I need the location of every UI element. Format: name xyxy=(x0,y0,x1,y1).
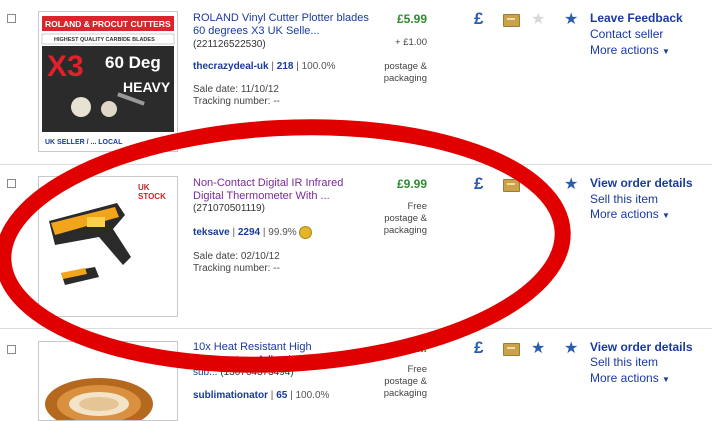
item-thumbnail[interactable]: UK STOCK xyxy=(38,176,178,317)
item-price: £1... xyxy=(403,341,427,355)
caret-down-icon: ▼ xyxy=(662,47,670,56)
seller-name-link[interactable]: sublimationator xyxy=(193,390,268,401)
payment-pound-icon[interactable]: £ xyxy=(474,338,483,358)
more-actions-dropdown[interactable]: More actions ▼ xyxy=(590,207,670,221)
item-price: £5.99 xyxy=(396,12,427,26)
tracking-number: Tracking number: -- xyxy=(193,263,280,274)
item-title-line: 10x Heat Resistant High xyxy=(193,341,312,353)
row-checkbox[interactable] xyxy=(7,345,16,354)
seller-feedback-percent: 100.0% xyxy=(301,61,336,72)
item-thumbnail[interactable]: ROLAND & PROCUT CUTTERS HIGHEST QUALITY … xyxy=(38,11,178,152)
seller-feedback-score[interactable]: 65 xyxy=(276,390,287,401)
postage-label-2: packaging xyxy=(383,388,427,399)
contact-seller-link[interactable]: Contact seller xyxy=(590,27,663,41)
image-banner-text: ROLAND & PROCUT CUTTERS xyxy=(45,19,171,29)
item-title-link[interactable]: ROLAND Vinyl Cutter Plotter blades 60 de… xyxy=(193,12,373,38)
caret-down-icon: ▼ xyxy=(662,375,670,384)
postage-label: postage & xyxy=(384,61,427,72)
seller-feedback-percent: 99.9% xyxy=(268,227,297,239)
seller-info: sublimationator | 65 | 100.0% xyxy=(193,390,330,401)
top-rated-seller-icon xyxy=(299,226,313,239)
row-checkbox[interactable] xyxy=(7,179,16,188)
seller-name-link[interactable]: teksave xyxy=(193,227,230,238)
feedback-left-star-icon[interactable]: ★ xyxy=(564,338,578,358)
order-row: ROLAND & PROCUT CUTTERS HIGHEST QUALITY … xyxy=(0,0,712,163)
item-title-link[interactable]: 10x Heat Resistant High Temperature Adhe… xyxy=(193,341,373,367)
feedback-left-star-icon[interactable]: ★ xyxy=(564,9,578,29)
item-number: (221126522530) xyxy=(193,39,266,50)
postage-label-2: packaging xyxy=(383,225,427,236)
image-footer-text: UK SELLER / ... LOCAL xyxy=(45,139,123,146)
payment-pound-icon[interactable]: £ xyxy=(474,9,483,29)
feedback-left-star-icon[interactable]: ★ xyxy=(564,174,578,194)
image-x3-text: X3 xyxy=(47,50,84,83)
more-actions-dropdown[interactable]: More actions ▼ xyxy=(590,43,670,57)
seller-name-link[interactable]: thecrazydeal-uk xyxy=(193,61,269,72)
order-row: UK STOCK Non-Contact Digital IR Infrared… xyxy=(0,165,712,325)
tracking-number: Tracking number: -- xyxy=(193,96,280,107)
item-number-line: sub... (130764373494) xyxy=(193,367,294,378)
payment-pound-icon[interactable]: £ xyxy=(474,174,483,194)
item-title-link[interactable]: Non-Contact Digital IR Infrared Digital … xyxy=(193,177,373,203)
postage-cost: + £1.00 xyxy=(395,37,427,48)
more-actions-label: More actions xyxy=(590,371,659,385)
caret-down-icon: ▼ xyxy=(662,211,670,220)
feedback-star-icon[interactable]: ★ xyxy=(531,338,545,358)
feedback-star-icon[interactable]: ★ xyxy=(531,174,545,194)
postage-label: postage & xyxy=(384,376,427,387)
sell-this-item-link[interactable]: Sell this item xyxy=(590,192,658,206)
item-number: (130764373494) xyxy=(220,367,294,378)
order-row: 10x Heat Resistant High Temperature Adhe… xyxy=(0,329,712,421)
image-sub-text: HIGHEST QUALITY CARBIDE BLADES xyxy=(54,37,155,43)
row-checkbox[interactable] xyxy=(7,14,16,23)
image-deg-text: 60 Deg xyxy=(105,53,161,72)
sell-this-item-link[interactable]: Sell this item xyxy=(590,355,658,369)
leave-feedback-link[interactable]: Leave Feedback xyxy=(590,11,683,25)
seller-feedback-percent: 100.0% xyxy=(295,390,330,401)
postage-label: postage & xyxy=(384,213,427,224)
seller-feedback-score[interactable]: 2294 xyxy=(238,227,260,238)
item-title-line: Temperature Adhesive Tape xyxy=(193,354,330,366)
item-image xyxy=(39,342,177,420)
more-actions-label: More actions xyxy=(590,43,659,57)
feedback-star-icon[interactable]: ★ xyxy=(531,9,545,29)
sale-date: Sale date: 02/10/12 xyxy=(193,251,280,262)
postage-label-2: packaging xyxy=(383,73,427,84)
seller-info: teksave | 2294 | 99.9% xyxy=(193,226,313,239)
uk-stock-badge: UK STOCK xyxy=(138,183,166,201)
shipping-box-icon[interactable] xyxy=(503,179,520,192)
view-order-details-link[interactable]: View order details xyxy=(590,176,693,190)
shipping-box-icon[interactable] xyxy=(503,14,520,27)
item-thumbnail[interactable] xyxy=(38,341,178,421)
postage-free: Free xyxy=(407,364,427,375)
shipping-box-icon[interactable] xyxy=(503,343,520,356)
item-number: (271070501119) xyxy=(193,203,265,214)
more-actions-label: More actions xyxy=(590,207,659,221)
item-title-end[interactable]: sub... xyxy=(193,367,217,378)
seller-info: thecrazydeal-uk | 218 | 100.0% xyxy=(193,61,336,72)
item-price: £9.99 xyxy=(396,177,427,191)
view-order-details-link[interactable]: View order details xyxy=(590,340,693,354)
seller-feedback-score[interactable]: 218 xyxy=(277,61,294,72)
sale-date: Sale date: 11/10/12 xyxy=(193,84,279,95)
more-actions-dropdown[interactable]: More actions ▼ xyxy=(590,371,670,385)
image-heavy-text: HEAVY xyxy=(123,79,171,95)
postage-free: Free xyxy=(407,201,427,212)
